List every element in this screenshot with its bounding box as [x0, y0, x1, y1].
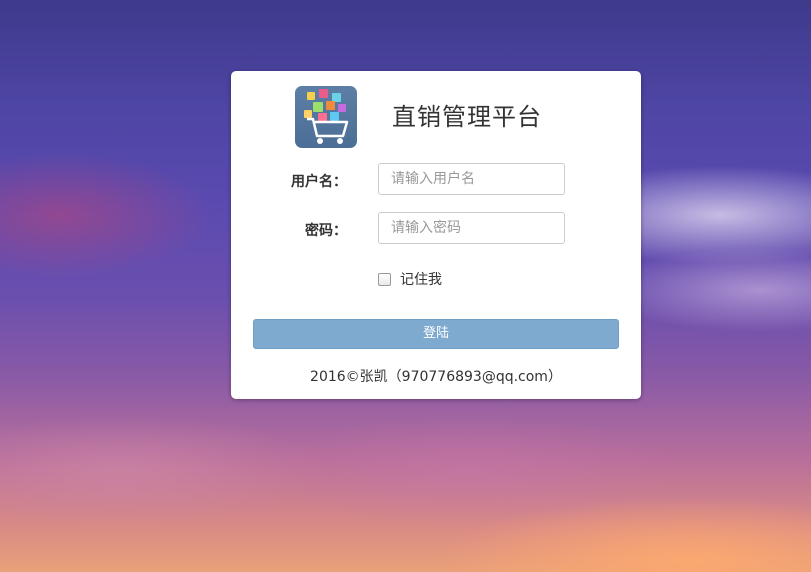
remember-me-checkbox[interactable]: [378, 272, 391, 286]
login-panel: 直销管理平台 用户名： 密码： 记住我 登陆 2016©张凯（970776893…: [231, 71, 641, 399]
username-label: 用户名：: [291, 174, 347, 190]
copyright-footer: 2016©张凯（970776893@qq.com）: [310, 369, 562, 385]
username-input[interactable]: [378, 163, 565, 195]
shopping-cart-logo-icon: [295, 86, 357, 148]
login-button[interactable]: 登陆: [253, 319, 619, 349]
app-title: 直销管理平台: [392, 103, 542, 131]
remember-me-label[interactable]: 记住我: [400, 269, 442, 289]
password-label: 密码：: [305, 223, 347, 239]
password-input[interactable]: [378, 212, 565, 244]
remember-me-row[interactable]: 记住我: [378, 269, 442, 289]
